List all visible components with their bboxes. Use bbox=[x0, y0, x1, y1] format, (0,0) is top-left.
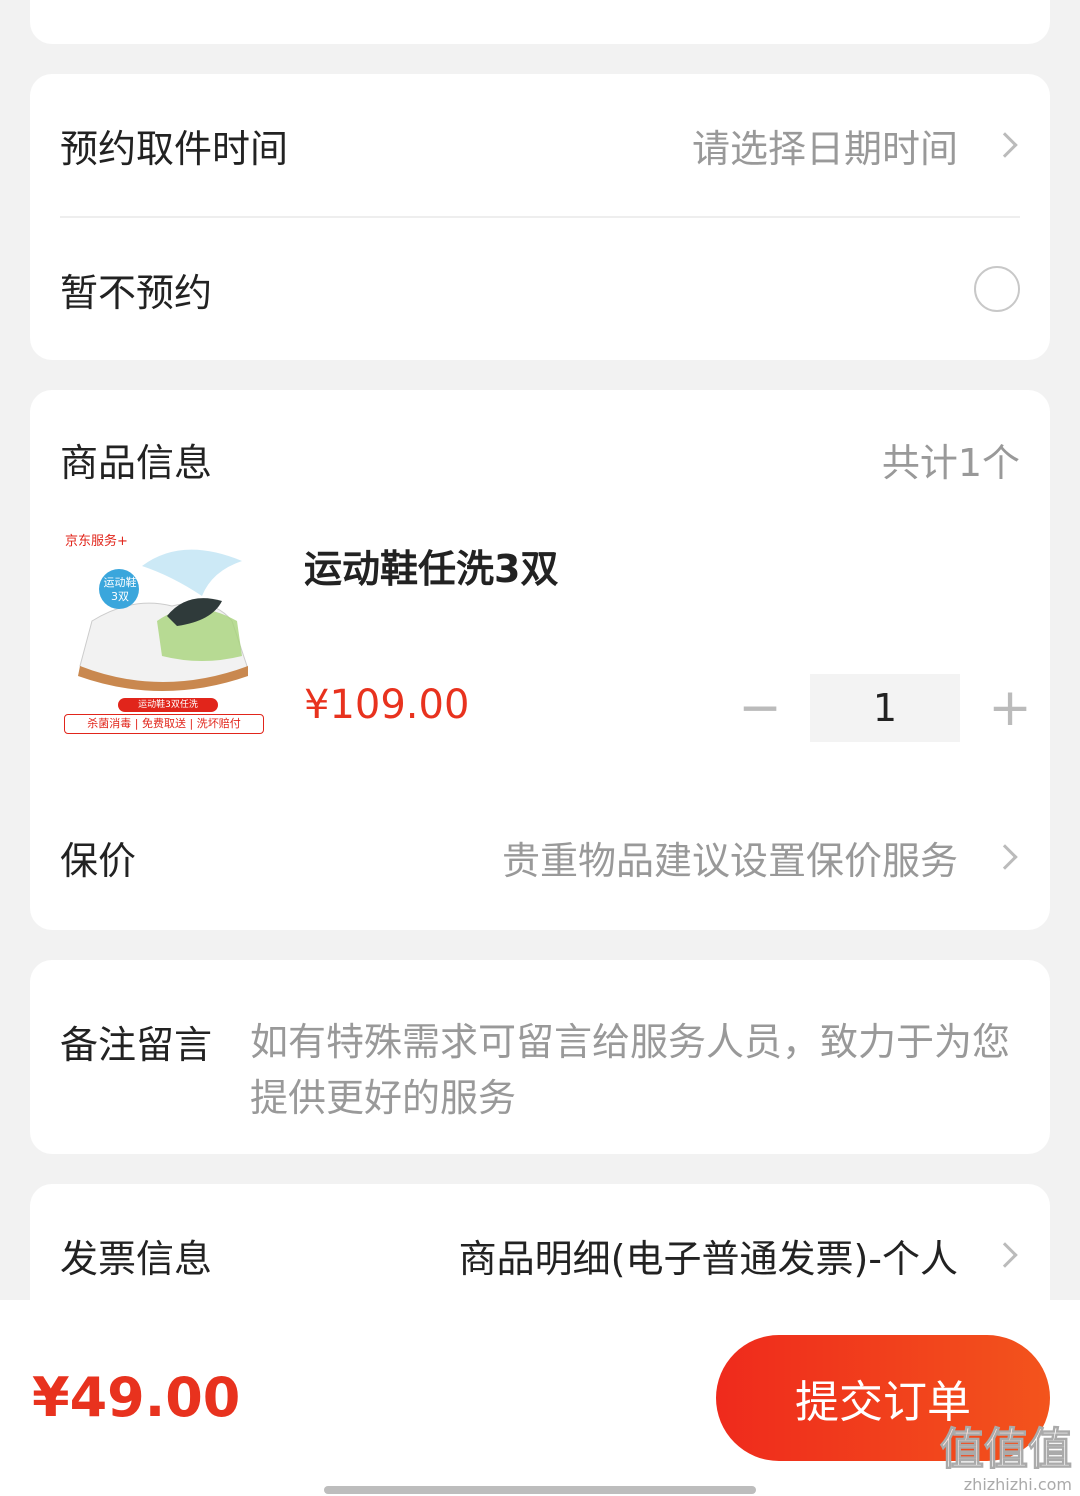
watermark-brand: 值值值 bbox=[940, 1424, 1073, 1475]
product-name[interactable]: 运动鞋任洗3双 bbox=[304, 538, 558, 593]
thumb-ribbon: 运动鞋3双任洗 bbox=[118, 698, 218, 712]
total-price: ¥49.00 bbox=[32, 1366, 241, 1429]
pickup-time-placeholder: 请选择日期时间 bbox=[691, 126, 958, 171]
product-section-title: 商品信息 bbox=[60, 440, 213, 485]
invoice-row[interactable]: 发票信息 商品明细(电子普通发票)-个人 bbox=[60, 1222, 1020, 1288]
insurance-label: 保价 bbox=[60, 838, 137, 883]
invoice-label: 发票信息 bbox=[60, 1236, 213, 1281]
insurance-row[interactable]: 保价 贵重物品建议设置保价服务 bbox=[60, 824, 1020, 890]
watermark-domain: zhizhizhi.com bbox=[963, 1475, 1072, 1494]
watermark: 值值值 zhizhizhi.com bbox=[940, 1424, 1073, 1494]
quantity-input[interactable]: 1 bbox=[810, 674, 960, 742]
quantity-stepper: − 1 + bbox=[730, 674, 1040, 742]
minus-button[interactable]: − bbox=[730, 678, 790, 738]
chevron-right-icon bbox=[992, 1242, 1018, 1268]
no-reserve-radio[interactable] bbox=[974, 266, 1020, 312]
pickup-card: 预约取件时间 请选择日期时间 暂不预约 bbox=[30, 74, 1050, 360]
insurance-hint: 贵重物品建议设置保价服务 bbox=[501, 838, 958, 883]
product-header: 商品信息 共计1个 bbox=[60, 426, 1020, 492]
product-count: 共计1个 bbox=[881, 440, 1020, 485]
thumb-tags: 杀菌消毒 | 免费取送 | 洗坏赔付 bbox=[64, 714, 264, 734]
chevron-right-icon bbox=[992, 844, 1018, 870]
thumb-badge: 运动鞋3双 bbox=[103, 576, 137, 603]
product-thumbnail[interactable]: 京东服务+ 运动鞋3双 运动鞋3双任洗 杀菌消毒 | 免费取送 | 洗坏赔付 bbox=[62, 526, 268, 736]
remark-input[interactable]: 如有特殊需求可留言给服务人员，致力于为您提供更好的服务 bbox=[250, 1014, 1020, 1126]
remark-card: 备注留言 如有特殊需求可留言给服务人员，致力于为您提供更好的服务 bbox=[30, 960, 1050, 1154]
no-reserve-row[interactable]: 暂不预约 bbox=[60, 256, 1020, 322]
product-price: ¥109.00 bbox=[304, 682, 470, 728]
no-reserve-label: 暂不预约 bbox=[60, 270, 213, 315]
pickup-time-label: 预约取件时间 bbox=[60, 126, 289, 171]
chevron-right-icon bbox=[992, 132, 1018, 158]
product-card: 商品信息 共计1个 京东服务+ 运动鞋3双 运动鞋3双任洗 杀菌消毒 | 免费取… bbox=[30, 390, 1050, 930]
remark-label: 备注留言 bbox=[60, 1023, 213, 1067]
top-card bbox=[30, 0, 1050, 44]
plus-button[interactable]: + bbox=[980, 678, 1040, 738]
invoice-value: 商品明细(电子普通发票)-个人 bbox=[458, 1236, 958, 1281]
home-indicator[interactable] bbox=[324, 1486, 756, 1494]
bottom-bar: ¥49.00 提交订单 值值值 zhizhizhi.com bbox=[0, 1300, 1080, 1496]
pickup-time-row[interactable]: 预约取件时间 请选择日期时间 bbox=[60, 112, 1020, 178]
divider bbox=[60, 216, 1020, 218]
